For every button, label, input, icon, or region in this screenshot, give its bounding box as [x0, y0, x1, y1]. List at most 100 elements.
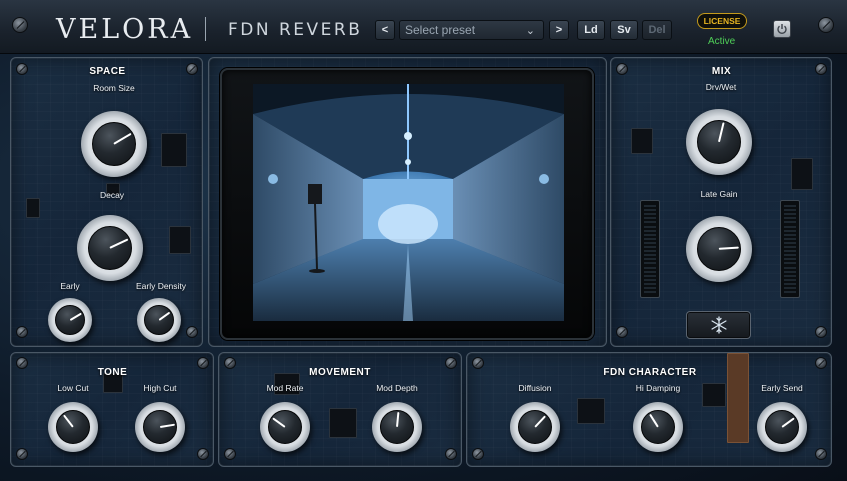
diffusion-knob[interactable] — [510, 402, 560, 452]
display-frame — [220, 68, 594, 340]
mix-title: MIX — [711, 66, 732, 77]
meter-segment — [784, 237, 796, 240]
meter-segment — [784, 291, 796, 294]
late-gain-knob[interactable] — [686, 216, 752, 282]
low-cut-label: Low Cut — [57, 383, 89, 393]
header-divider — [205, 17, 206, 41]
plugin-window: VELORA FDN REVERB < Select preset ⌄ > Ld… — [0, 0, 847, 481]
room-size-label: Room Size — [93, 83, 135, 93]
screw-icon — [16, 357, 28, 369]
circuit-chip — [791, 158, 813, 190]
dry-wet-knob[interactable] — [686, 109, 752, 175]
early-knob[interactable] — [48, 298, 92, 342]
early-density-knob[interactable] — [137, 298, 181, 342]
meter-segment — [784, 250, 796, 253]
screw-icon — [815, 448, 827, 460]
screw-icon — [16, 448, 28, 460]
screw-icon — [815, 357, 827, 369]
meter-segment — [644, 266, 656, 269]
early-send-label: Early Send — [761, 383, 803, 393]
screw-icon — [16, 63, 28, 75]
meter-segment — [644, 254, 656, 257]
meter-segment — [784, 262, 796, 265]
hi-damping-label: Hi Damping — [635, 383, 681, 393]
screw-icon — [815, 63, 827, 75]
circuit-chip — [161, 133, 187, 167]
tone-title: TONE — [97, 367, 128, 378]
load-preset-button[interactable]: Ld — [577, 20, 605, 40]
meter-segment — [644, 233, 656, 236]
meter-segment — [644, 213, 656, 216]
meter-segment — [644, 262, 656, 265]
power-icon — [777, 24, 787, 35]
meter-segment — [644, 278, 656, 281]
screw-icon — [197, 357, 209, 369]
prev-preset-button[interactable]: < — [375, 20, 395, 40]
next-preset-button[interactable]: > — [549, 20, 569, 40]
early-label: Early — [60, 281, 80, 291]
meter-segment — [644, 209, 656, 212]
meter-segment — [644, 246, 656, 248]
meter-segment — [784, 241, 796, 244]
meter-segment — [644, 225, 656, 228]
circuit-chip — [577, 398, 605, 424]
freeze-button[interactable] — [686, 311, 751, 339]
screw-icon — [16, 326, 28, 338]
meter-segment — [784, 213, 796, 216]
save-preset-button[interactable]: Sv — [610, 20, 638, 40]
product-name: FDN REVERB — [228, 20, 363, 40]
screw-icon — [197, 448, 209, 460]
meter-segment — [784, 287, 796, 289]
early-send-knob[interactable] — [757, 402, 807, 452]
meter-segment — [644, 287, 656, 289]
meter-segment — [784, 278, 796, 281]
meter-segment — [784, 233, 796, 236]
preset-select-placeholder: Select preset — [405, 23, 476, 37]
meter-segment — [784, 266, 796, 269]
power-button[interactable] — [773, 20, 791, 38]
room-size-knob[interactable] — [81, 111, 147, 177]
meter-segment — [784, 205, 796, 207]
screw-icon — [186, 63, 198, 75]
late-gain-label: Late Gain — [700, 189, 738, 199]
ribbon-cable — [727, 353, 749, 443]
tunnel-image — [253, 84, 564, 321]
movement-title: MOVEMENT — [309, 367, 371, 378]
meter-segment — [644, 229, 656, 232]
screw-icon — [472, 357, 484, 369]
delete-preset-button[interactable]: Del — [642, 20, 672, 40]
screw-icon — [224, 448, 236, 460]
meter-segment — [784, 282, 796, 285]
decay-label: Decay — [99, 190, 125, 200]
mod-rate-label: Mod Rate — [266, 383, 304, 393]
meter-segment — [644, 282, 656, 285]
screw-icon — [12, 17, 28, 33]
left-level-meter — [640, 200, 660, 298]
mod-rate-knob[interactable] — [260, 402, 310, 452]
room-visualizer — [253, 84, 564, 321]
high-cut-knob[interactable] — [135, 402, 185, 452]
mod-depth-knob[interactable] — [372, 402, 422, 452]
brand-logo: VELORA — [56, 14, 194, 45]
screw-icon — [616, 63, 628, 75]
screw-icon — [224, 357, 236, 369]
meter-segment — [644, 217, 656, 220]
circuit-chip — [631, 128, 653, 154]
meter-segment — [784, 246, 796, 248]
snowflake-icon — [711, 316, 727, 334]
meter-segment — [784, 274, 796, 277]
decay-knob[interactable] — [77, 215, 143, 281]
screw-icon — [186, 326, 198, 338]
early-density-label: Early Density — [135, 281, 187, 291]
screw-icon — [472, 448, 484, 460]
hi-damping-knob[interactable] — [633, 402, 683, 452]
high-cut-label: High Cut — [143, 383, 177, 393]
license-button[interactable]: LICENSE — [697, 13, 747, 29]
low-cut-knob[interactable] — [48, 402, 98, 452]
meter-segment — [644, 274, 656, 277]
circuit-chip — [702, 383, 726, 407]
right-level-meter — [780, 200, 800, 298]
meter-segment — [784, 217, 796, 220]
preset-select[interactable]: Select preset ⌄ — [399, 20, 544, 40]
meter-segment — [644, 237, 656, 240]
